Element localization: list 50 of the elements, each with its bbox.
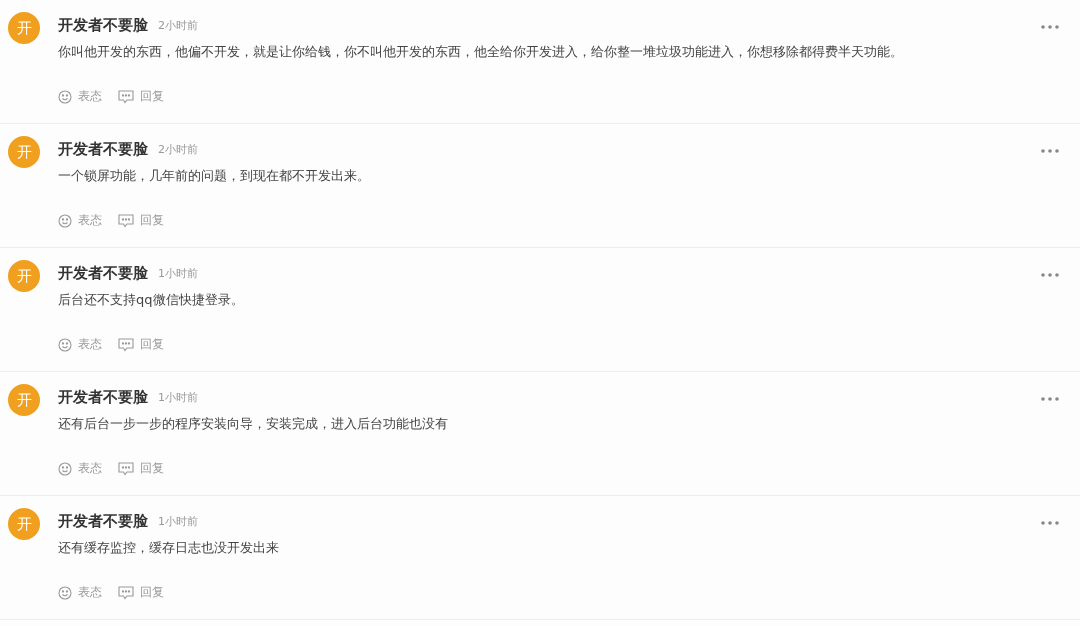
avatar: 开 xyxy=(8,260,40,292)
comment-time: 1小时前 xyxy=(158,513,198,529)
more-icon xyxy=(1041,397,1059,401)
smile-icon xyxy=(58,213,72,228)
comment-text: 一个锁屏功能，几年前的问题，到现在都不开发出来。 xyxy=(58,167,371,185)
avatar: 开 xyxy=(8,136,40,168)
more-button[interactable] xyxy=(1040,518,1060,528)
smile-icon xyxy=(58,337,72,352)
avatar: 开 xyxy=(8,384,40,416)
comment-text: 你叫他开发的东西，他偏不开发，就是让你给钱，你不叫他开发的东西，他全给你开发进入，给你整一堆垃圾功能进入，你想移除都得费半天功能。 xyxy=(58,43,904,61)
more-button[interactable] xyxy=(1040,22,1060,32)
more-icon xyxy=(1041,149,1059,153)
more-button[interactable] xyxy=(1040,146,1060,156)
reply-button[interactable]: 回复 xyxy=(118,88,164,105)
comment-icon xyxy=(118,89,134,104)
reply-button[interactable]: 回复 xyxy=(118,336,164,353)
smile-icon xyxy=(58,585,72,600)
comment-time: 2小时前 xyxy=(158,141,198,157)
comment-icon xyxy=(118,585,134,600)
comment-icon xyxy=(118,213,134,228)
reply-button[interactable]: 回复 xyxy=(118,460,164,477)
more-button[interactable] xyxy=(1040,394,1060,404)
react-button[interactable]: 表态 xyxy=(58,584,102,601)
comment-text: 后台还不支持qq微信快捷登录。 xyxy=(58,291,245,309)
react-button[interactable]: 表态 xyxy=(58,460,102,477)
more-button[interactable] xyxy=(1040,270,1060,280)
avatar: 开 xyxy=(8,12,40,44)
comment-time: 1小时前 xyxy=(158,389,198,405)
author-name: 开发者不要脸 xyxy=(58,511,148,531)
avatar: 开 xyxy=(8,508,40,540)
author-name: 开发者不要脸 xyxy=(58,387,148,407)
comment-text: 还有缓存监控，缓存日志也没开发出来 xyxy=(58,539,280,557)
reply-button[interactable]: 回复 xyxy=(118,584,164,601)
react-button[interactable]: 表态 xyxy=(58,88,102,105)
author-name: 开发者不要脸 xyxy=(58,139,148,159)
comment-time: 2小时前 xyxy=(158,17,198,33)
more-icon xyxy=(1041,521,1059,525)
smile-icon xyxy=(58,89,72,104)
comment-text: 还有后台一步一步的程序安装向导，安装完成，进入后台功能也没有 xyxy=(58,415,449,433)
more-icon xyxy=(1041,273,1059,277)
smile-icon xyxy=(58,461,72,476)
more-icon xyxy=(1041,25,1059,29)
comment-time: 1小时前 xyxy=(158,265,198,281)
reply-button[interactable]: 回复 xyxy=(118,212,164,229)
react-button[interactable]: 表态 xyxy=(58,212,102,229)
author-name: 开发者不要脸 xyxy=(58,263,148,283)
react-button[interactable]: 表态 xyxy=(58,336,102,353)
comment-icon xyxy=(118,337,134,352)
comment-icon xyxy=(118,461,134,476)
author-name: 开发者不要脸 xyxy=(58,15,148,35)
